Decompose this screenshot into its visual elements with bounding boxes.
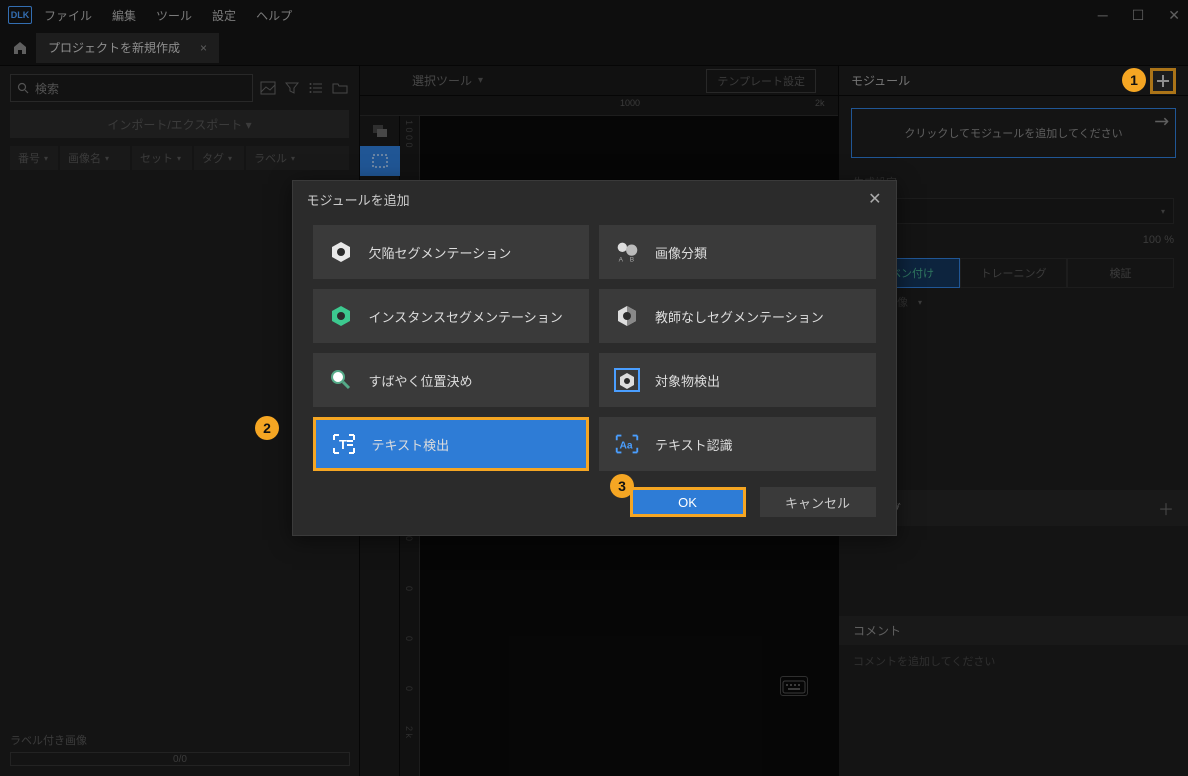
callout-1: 1 bbox=[1122, 68, 1146, 92]
card-label: インスタンスセグメンテーション bbox=[369, 307, 563, 326]
callout-3: 3 bbox=[610, 474, 634, 498]
text-detect-icon: T bbox=[330, 430, 358, 458]
hex-green-icon bbox=[327, 302, 355, 330]
card-fast-locate[interactable]: すばやく位置決め bbox=[313, 353, 590, 407]
card-label: 教師なしセグメンテーション bbox=[655, 307, 824, 326]
cancel-button[interactable]: キャンセル bbox=[760, 487, 876, 517]
card-text-recognition[interactable]: Aa テキスト認識 bbox=[599, 417, 876, 471]
classify-icon: AB bbox=[613, 238, 641, 266]
svg-text:B: B bbox=[630, 256, 634, 263]
card-label: すばやく位置決め bbox=[369, 371, 473, 390]
modal-overlay: モジュールを追加 ✕ 欠陥セグメンテーション AB 画像分類 インスタンスセグメ… bbox=[0, 0, 1188, 776]
card-instance-segmentation[interactable]: インスタンスセグメンテーション bbox=[313, 289, 590, 343]
card-label: 対象物検出 bbox=[655, 371, 720, 390]
card-label: テキスト検出 bbox=[372, 435, 450, 454]
card-defect-segmentation[interactable]: 欠陥セグメンテーション bbox=[313, 225, 590, 279]
card-image-classification[interactable]: AB 画像分類 bbox=[599, 225, 876, 279]
svg-text:A: A bbox=[619, 256, 624, 263]
add-module-dialog: モジュールを追加 ✕ 欠陥セグメンテーション AB 画像分類 インスタンスセグメ… bbox=[292, 180, 897, 536]
box-detect-icon bbox=[613, 366, 641, 394]
dialog-title: モジュールを追加 bbox=[307, 190, 410, 209]
card-label: テキスト認識 bbox=[655, 435, 733, 454]
svg-text:T: T bbox=[339, 437, 347, 452]
text-recog-icon: Aa bbox=[613, 430, 641, 458]
card-object-detection[interactable]: 対象物検出 bbox=[599, 353, 876, 407]
ok-button[interactable]: OK bbox=[630, 487, 746, 517]
card-label: 欠陥セグメンテーション bbox=[369, 243, 512, 262]
hex-half-icon bbox=[613, 302, 641, 330]
svg-text:Aa: Aa bbox=[620, 441, 633, 452]
card-text-detection[interactable]: T テキスト検出 bbox=[313, 417, 590, 471]
magnifier-icon bbox=[327, 366, 355, 394]
dialog-close-button[interactable]: ✕ bbox=[868, 189, 881, 209]
card-label: 画像分類 bbox=[655, 243, 707, 262]
callout-2: 2 bbox=[255, 416, 279, 440]
nut-icon bbox=[327, 238, 355, 266]
card-unsupervised-segmentation[interactable]: 教師なしセグメンテーション bbox=[599, 289, 876, 343]
